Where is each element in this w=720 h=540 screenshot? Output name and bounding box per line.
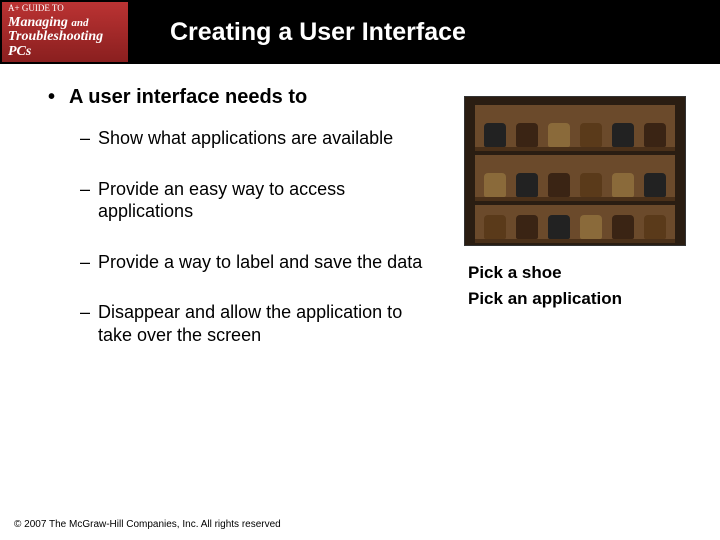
logo-line-2: Troubleshooting PCs [8,30,122,59]
right-column: Pick a shoe Pick an application [464,86,686,311]
slide-title: Creating a User Interface [130,18,720,47]
sub-bullet: Disappear and allow the application to t… [80,301,440,346]
main-bullet-text: A user interface needs to [69,86,307,109]
header-bar: A+ GUIDE TO Managing and Troubleshooting… [0,0,720,64]
book-logo: A+ GUIDE TO Managing and Troubleshooting… [0,0,130,64]
sub-bullet: Provide an easy way to access applicatio… [80,178,440,223]
sub-bullet: Provide a way to label and save the data [80,251,440,274]
sub-bullet-list: Show what applications are available Pro… [48,127,440,346]
caption-line-2: Pick an application [468,286,686,312]
logo-word-and: and [71,17,88,29]
main-bullet: • A user interface needs to [48,86,464,109]
content-area: • A user interface needs to Show what ap… [0,64,720,374]
shoe-store-photo [464,96,686,246]
copyright-footer: © 2007 The McGraw-Hill Companies, Inc. A… [14,519,281,530]
caption-line-1: Pick a shoe [468,260,686,286]
logo-line-1: Managing and [8,16,122,31]
logo-top-line: A+ GUIDE TO [8,4,122,13]
bullet-dot: • [48,87,55,107]
logo-word-managing: Managing [8,15,68,30]
sub-bullet: Show what applications are available [80,127,440,150]
photo-caption: Pick a shoe Pick an application [464,260,686,311]
text-column: • A user interface needs to Show what ap… [48,86,464,374]
